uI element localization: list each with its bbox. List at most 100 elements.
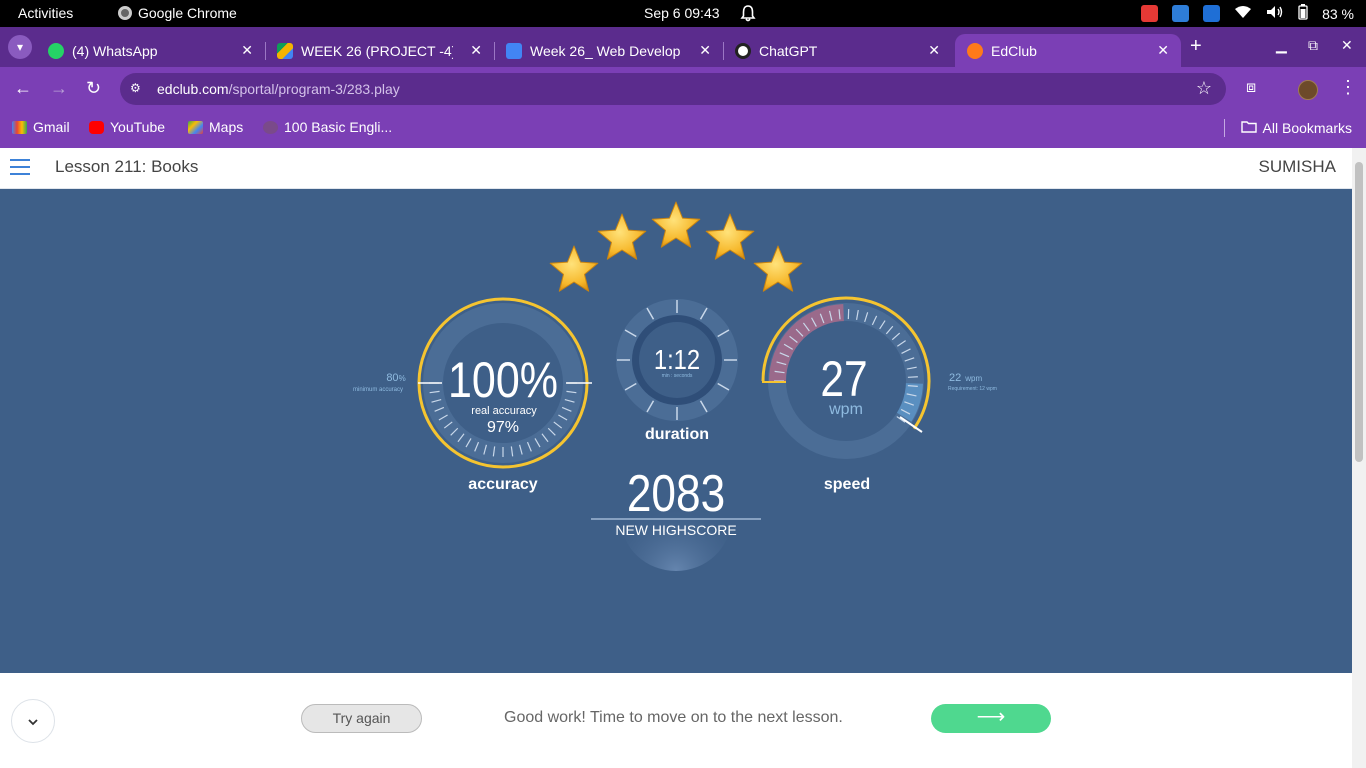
speed-requirement-caption: Requirement: 12 wpm xyxy=(948,386,997,392)
close-tab-icon[interactable]: ✕ xyxy=(470,42,482,59)
min-accuracy-unit: % xyxy=(399,374,406,383)
w-app-icon[interactable] xyxy=(1203,5,1221,22)
url-path: /sportal/program-3/283.play xyxy=(228,81,400,97)
tab-week26-project[interactable]: WEEK 26 (PROJECT -4) ✕ xyxy=(265,34,495,67)
tab-edclub[interactable]: EdClub ✕ xyxy=(955,34,1181,67)
duration-value: 1:12 xyxy=(654,343,700,375)
bookmark-star-icon[interactable]: ☆ xyxy=(1196,78,1212,99)
star-icon xyxy=(597,213,647,260)
highscore-block: 2083 NEW HIGHSCORE xyxy=(591,465,761,571)
close-tab-icon[interactable]: ✕ xyxy=(1157,42,1169,59)
system-top-bar: Activities Google Chrome Sep 6 09:43 83 … xyxy=(0,0,1366,27)
address-bar[interactable]: ⚙ edclub.com/sportal/program-3/283.play … xyxy=(120,73,1226,105)
chrome-icon xyxy=(118,6,132,20)
page-scrollbar[interactable] xyxy=(1352,148,1366,768)
all-bookmarks-button[interactable]: All Bookmarks xyxy=(1223,119,1352,137)
bookmark-label: Gmail xyxy=(33,119,70,135)
close-tab-icon[interactable]: ✕ xyxy=(699,42,711,59)
tab-title: (4) WhatsApp xyxy=(72,42,158,59)
wifi-icon xyxy=(1234,5,1252,22)
folder-icon xyxy=(1240,120,1257,136)
tab-title: ChatGPT xyxy=(759,42,818,59)
chevron-down-icon xyxy=(28,719,38,726)
score-value: 2083 xyxy=(627,465,725,523)
back-arrow-icon[interactable]: ← xyxy=(14,79,32,97)
url-text[interactable]: edclub.com/sportal/program-3/283.play xyxy=(157,81,400,97)
extensions-icon[interactable]: ⧈ xyxy=(1246,79,1256,97)
youtube-icon xyxy=(89,120,104,134)
hamburger-menu-icon[interactable] xyxy=(10,159,30,175)
min-accuracy-caption: minimum accuracy xyxy=(353,387,403,393)
duration-gauge: 1:12 min : seconds duration xyxy=(616,299,738,443)
bookmark-youtube[interactable]: YouTube xyxy=(89,119,165,135)
forward-arrow-icon[interactable]: → xyxy=(50,79,68,97)
star-icon xyxy=(705,213,755,260)
bookmark-divider xyxy=(1223,119,1225,137)
clock[interactable]: Sep 6 09:43 xyxy=(644,5,720,21)
maximize-window-icon[interactable]: ⧉ xyxy=(1308,37,1318,54)
battery-icon xyxy=(1298,4,1308,23)
all-bookmarks-label: All Bookmarks xyxy=(1262,120,1352,136)
notification-bell-icon xyxy=(740,5,756,25)
bookmark-basic-english[interactable]: 100 Basic Engli... xyxy=(263,119,392,135)
profile-avatar[interactable] xyxy=(1298,80,1318,100)
site-info-icon[interactable]: ⚙ xyxy=(130,81,146,97)
duration-caption: min : seconds xyxy=(662,373,693,379)
lesson-header: Lesson 211: Books SUMISHA xyxy=(0,148,1352,189)
chatgpt-icon xyxy=(735,42,751,59)
real-accuracy-value: 97% xyxy=(487,419,519,436)
accuracy-gauge: 100% real accuracy 97% accuracy 80% mini… xyxy=(353,297,592,493)
min-accuracy-value: 80% xyxy=(386,372,405,384)
speed-value: 27 xyxy=(820,351,867,407)
tab-whatsapp[interactable]: (4) WhatsApp ✕ xyxy=(36,34,266,67)
user-name[interactable]: SUMISHA xyxy=(1259,157,1336,177)
speed-gauge: 27 wpm speed 22 wpm Requirement: 12 wpm xyxy=(761,296,997,493)
reload-icon[interactable]: ↻ xyxy=(86,79,101,97)
accuracy-value: 100% xyxy=(448,352,558,408)
tab-chatgpt[interactable]: ChatGPT ✕ xyxy=(723,34,952,67)
score-label: NEW HIGHSCORE xyxy=(615,522,736,538)
next-lesson-button[interactable]: ⟶ xyxy=(931,704,1051,733)
browser-toolbar: ← → ↻ ⚙ edclub.com/sportal/program-3/283… xyxy=(0,67,1366,111)
activities-button[interactable]: Activities xyxy=(18,5,73,21)
results-graphic: 100% real accuracy 97% accuracy 80% mini… xyxy=(353,201,997,571)
speed-requirement-number: 22 xyxy=(949,372,961,384)
star-icon xyxy=(753,245,803,292)
close-tab-icon[interactable]: ✕ xyxy=(928,42,940,59)
try-again-button[interactable]: Try again xyxy=(301,704,422,733)
new-tab-button[interactable]: + xyxy=(1190,35,1202,58)
scrollbar-thumb[interactable] xyxy=(1355,162,1363,462)
app-indicator-icon[interactable] xyxy=(1172,5,1190,22)
close-tab-icon[interactable]: ✕ xyxy=(241,42,253,59)
tab-week26-docs[interactable]: Week 26_ Web Develop ✕ xyxy=(494,34,724,67)
volume-icon xyxy=(1266,5,1284,22)
accuracy-label: accuracy xyxy=(468,476,537,493)
gauge-tick xyxy=(907,376,918,378)
gmail-icon xyxy=(12,120,27,134)
bookmark-maps[interactable]: Maps xyxy=(188,119,243,135)
star-icon xyxy=(549,245,599,292)
collapse-chevron-button[interactable] xyxy=(11,699,55,743)
app-menu[interactable]: Google Chrome xyxy=(118,5,237,21)
google-drive-icon xyxy=(277,42,293,59)
bookmark-gmail[interactable]: Gmail xyxy=(12,119,70,135)
speed-label: speed xyxy=(824,476,870,493)
tab-title: WEEK 26 (PROJECT -4) xyxy=(301,42,453,59)
bookmarks-bar: Gmail YouTube Maps 100 Basic Engli... Al… xyxy=(0,111,1366,148)
anydesk-icon[interactable] xyxy=(1141,5,1159,22)
footer-message: Good work! Time to move on to the next l… xyxy=(504,709,843,726)
tab-title: Week 26_ Web Develop xyxy=(530,42,681,59)
system-tray[interactable]: 83 % xyxy=(1141,4,1354,23)
app-menu-label: Google Chrome xyxy=(138,5,237,21)
tab-search-button[interactable]: ▾ xyxy=(8,35,32,59)
results-panel: 100% real accuracy 97% accuracy 80% mini… xyxy=(0,189,1352,673)
duration-label: duration xyxy=(645,426,709,443)
minimize-window-icon[interactable]: ▁ xyxy=(1276,37,1287,54)
battery-percentage: 83 % xyxy=(1322,5,1354,22)
maps-icon xyxy=(188,120,203,134)
browser-menu-icon[interactable]: ⋮ xyxy=(1339,77,1357,98)
bookmark-label: Maps xyxy=(209,119,244,135)
close-window-icon[interactable]: ✕ xyxy=(1341,37,1353,54)
bookmark-label: 100 Basic Engli... xyxy=(284,119,393,135)
star-icon xyxy=(651,201,701,248)
